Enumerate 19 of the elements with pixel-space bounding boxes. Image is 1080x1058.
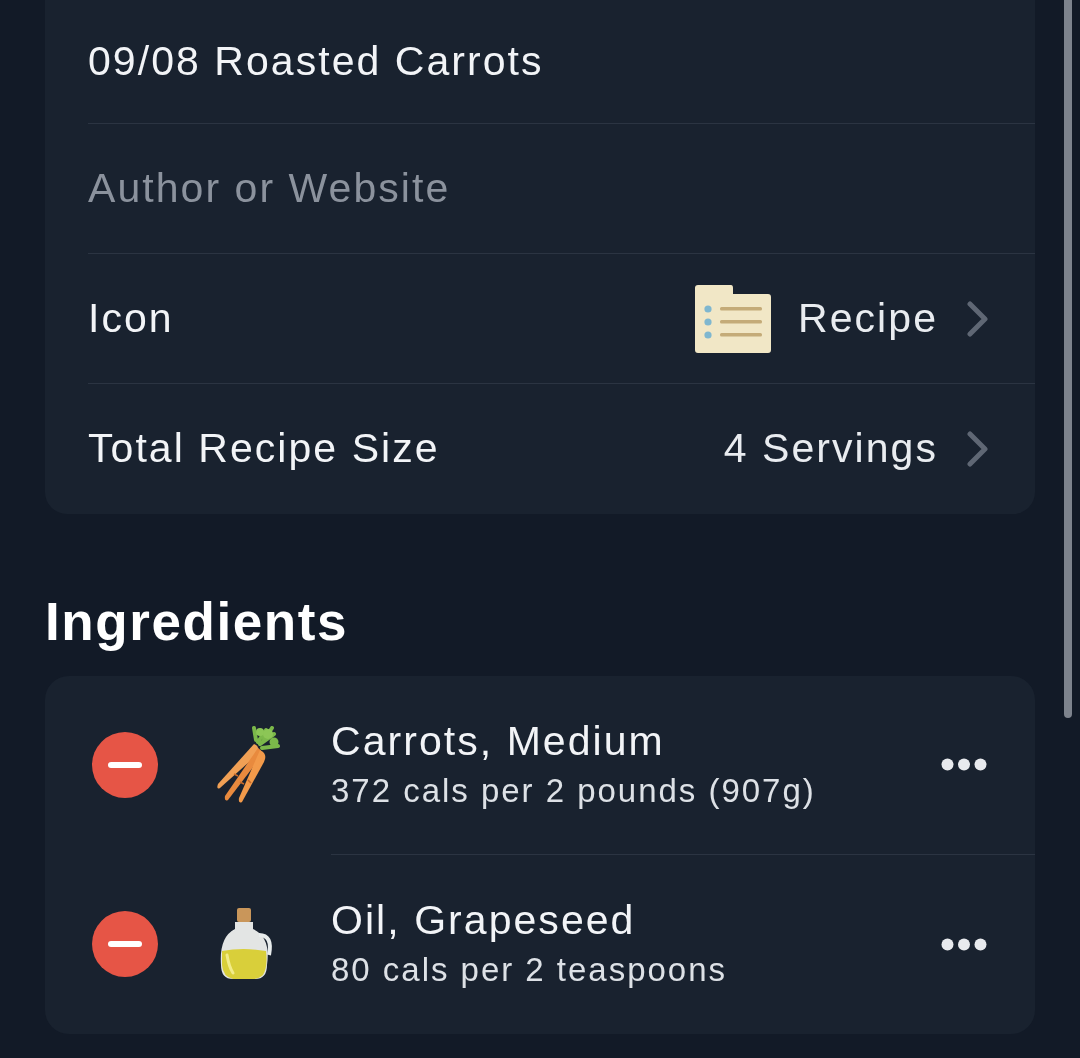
section-heading: Ingredients xyxy=(45,591,349,653)
scrollbar-thumb[interactable] xyxy=(1064,0,1072,718)
row-label: Icon xyxy=(88,293,174,343)
more-icon[interactable] xyxy=(941,937,987,951)
more-icon[interactable] xyxy=(941,758,987,772)
remove-icon[interactable] xyxy=(92,732,158,799)
ingredient-name: Carrots, Medium xyxy=(331,716,666,766)
calorie-info: 372 cals per 2 pounds (907g) xyxy=(331,770,816,811)
remove-icon[interactable] xyxy=(92,911,158,978)
recipe-title-field[interactable]: 09/08 Roasted Carrots xyxy=(88,30,989,93)
row-label: Total Recipe Size xyxy=(88,424,440,474)
row-value[interactable]: 4 Servings xyxy=(723,418,938,480)
recipe-card-icon xyxy=(693,283,773,354)
chevron-icon xyxy=(966,300,989,337)
chevron-icon xyxy=(966,431,989,467)
author-field[interactable]: Author or Website xyxy=(88,157,989,220)
row-value[interactable]: Recipe xyxy=(798,287,938,350)
ingredient-name: Oil, Grapeseed xyxy=(331,896,637,946)
calorie-info: 80 cals per 2 teaspoons xyxy=(331,950,727,991)
